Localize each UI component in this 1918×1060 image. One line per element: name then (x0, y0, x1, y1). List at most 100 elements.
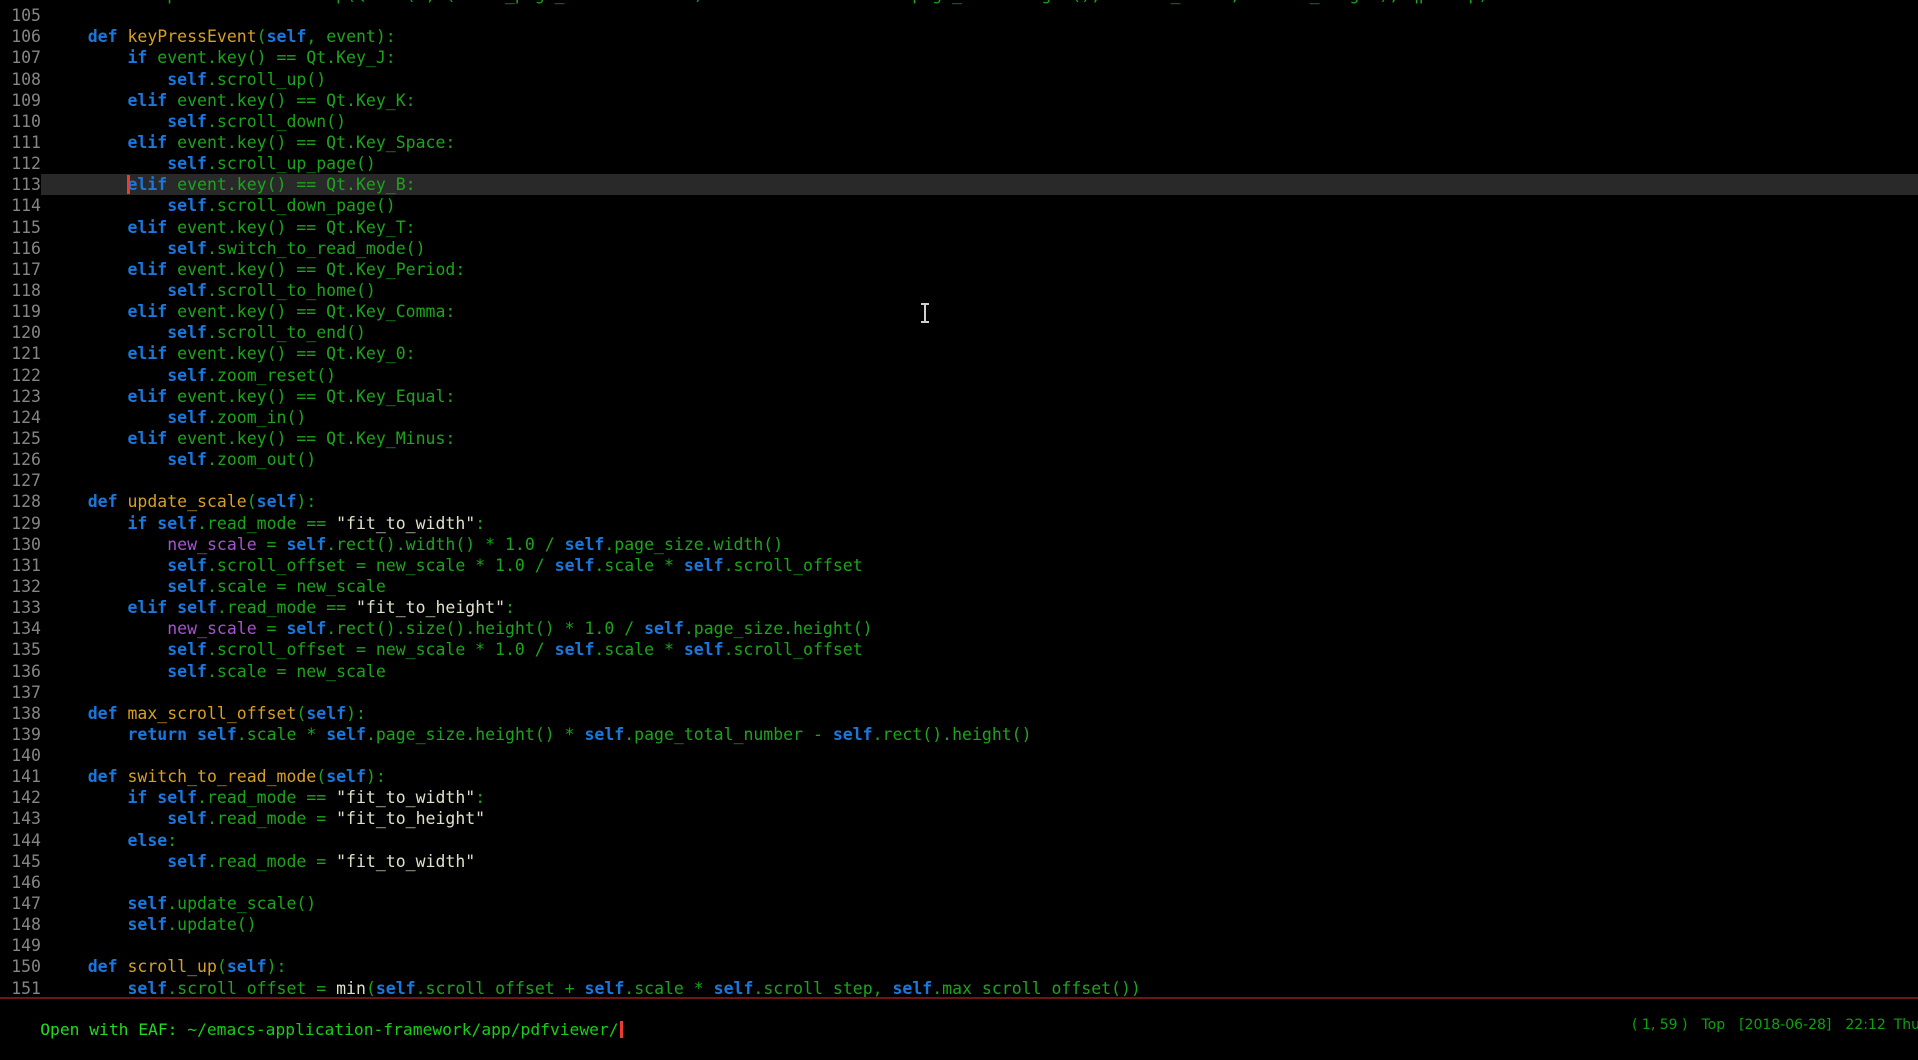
code-token: self (167, 366, 207, 385)
code-text: elif event.key() == Qt.Key_K: (41, 90, 1918, 111)
code-line[interactable]: 139 return self.scale * self.page_size.h… (0, 724, 1918, 745)
code-token: .scale * (624, 979, 713, 997)
line-number: 122 (0, 365, 41, 386)
code-line[interactable]: 112 self.scroll_up_page() (0, 153, 1918, 174)
code-token (48, 196, 167, 215)
code-text: def update_scale(self): (41, 491, 1918, 512)
code-text: elif event.key() == Qt.Key_0: (41, 343, 1918, 364)
code-token: else (127, 831, 167, 850)
code-token (48, 767, 88, 786)
code-line[interactable]: 105 (0, 5, 1918, 26)
code-line[interactable]: 126 self.zoom_out() (0, 449, 1918, 470)
code-text: self.update() (41, 914, 1918, 935)
line-number: 148 (0, 914, 41, 935)
code-token (48, 175, 127, 194)
code-line[interactable]: 124 self.zoom_in() (0, 407, 1918, 428)
code-line[interactable]: 108 self.scroll_up() (0, 69, 1918, 90)
line-number: 129 (0, 513, 41, 534)
code-token (48, 366, 167, 385)
code-token: self (167, 196, 207, 215)
code-line[interactable]: 119 elif event.key() == Qt.Key_Comma: (0, 301, 1918, 322)
code-text: elif event.key() == Qt.Key_Comma: (41, 301, 1918, 322)
code-line[interactable]: 121 elif event.key() == Qt.Key_0: (0, 343, 1918, 364)
code-line[interactable]: 143 self.read_mode = "fit_to_height" (0, 808, 1918, 829)
code-token: .scroll_offset = (167, 979, 336, 997)
code-line[interactable]: 109 elif event.key() == Qt.Key_K: (0, 90, 1918, 111)
code-token: self (127, 915, 167, 934)
code-token (48, 619, 167, 638)
code-token (48, 598, 127, 617)
minibuffer-input[interactable]: ~/emacs-application-framework/app/pdfvie… (187, 1020, 618, 1039)
code-token: event.key() == Qt.Key_Minus: (167, 429, 455, 448)
code-line[interactable]: 136 self.scale = new_scale (0, 661, 1918, 682)
code-line[interactable]: 135 self.scroll_offset = new_scale * 1.0… (0, 639, 1918, 660)
code-token: .rect().width() * 1.0 / (326, 535, 564, 554)
code-line[interactable]: 144 else: (0, 830, 1918, 851)
code-line[interactable]: 116 self.switch_to_read_mode() (0, 238, 1918, 259)
code-token (187, 725, 197, 744)
code-token: self (167, 809, 207, 828)
code-token: .read_mode = (207, 852, 336, 871)
line-number: 108 (0, 69, 41, 90)
code-line[interactable]: 123 elif event.key() == Qt.Key_Equal: (0, 386, 1918, 407)
code-line[interactable]: 149 (0, 935, 1918, 956)
code-line[interactable]: 132 self.scale = new_scale (0, 576, 1918, 597)
code-line[interactable]: 133 elif self.read_mode == "fit_to_heigh… (0, 597, 1918, 618)
code-line[interactable]: 151 self.scroll_offset = min(self.scroll… (0, 978, 1918, 997)
code-line[interactable]: 127 (0, 470, 1918, 491)
code-line[interactable]: 140 (0, 745, 1918, 766)
line-number: 116 (0, 238, 41, 259)
code-token: .scroll_down_page() (207, 196, 396, 215)
line-number: 142 (0, 787, 41, 808)
code-line[interactable]: 122 self.zoom_reset() (0, 365, 1918, 386)
code-line[interactable]: 148 self.update() (0, 914, 1918, 935)
line-number: 123 (0, 386, 41, 407)
code-line[interactable]: 142 if self.read_mode == "fit_to_width": (0, 787, 1918, 808)
code-token: def (88, 767, 118, 786)
code-token: ( (366, 979, 376, 997)
code-line[interactable]: 138 def max_scroll_offset(self): (0, 703, 1918, 724)
code-text: self.scroll_down() (41, 111, 1918, 132)
line-number: 146 (0, 872, 41, 893)
code-line[interactable]: 134 new_scale = self.rect().size().heigh… (0, 618, 1918, 639)
code-line[interactable]: 117 elif event.key() == Qt.Key_Period: (0, 259, 1918, 280)
code-token: def (88, 704, 118, 723)
code-line[interactable]: 141 def switch_to_read_mode(self): (0, 766, 1918, 787)
code-token: elif (127, 344, 167, 363)
code-token: .page_size.height() (684, 619, 873, 638)
code-line[interactable]: 129 if self.read_mode == "fit_to_width": (0, 513, 1918, 534)
status-scroll-position: Top (1701, 1015, 1725, 1036)
code-line[interactable]: 145 self.read_mode = "fit_to_width" (0, 851, 1918, 872)
code-line[interactable]: 130 new_scale = self.rect().width() * 1.… (0, 534, 1918, 555)
code-token: elif (127, 260, 167, 279)
code-text: self.scroll_to_home() (41, 280, 1918, 301)
code-token (118, 704, 128, 723)
minibuffer-prompt: Open with EAF: (40, 1020, 187, 1039)
code-line[interactable]: 146 (0, 872, 1918, 893)
code-token: self (644, 619, 684, 638)
code-line[interactable]: 137 (0, 682, 1918, 703)
code-line[interactable]: 118 self.scroll_to_home() (0, 280, 1918, 301)
code-line[interactable]: 128 def update_scale(self): (0, 491, 1918, 512)
code-line[interactable]: 113 elif event.key() == Qt.Key_B: (0, 174, 1918, 195)
code-line[interactable]: 147 self.update_scale() (0, 893, 1918, 914)
code-line[interactable]: 150 def scroll_up(self): (0, 956, 1918, 977)
code-line[interactable]: 114 self.scroll_down_page() (0, 195, 1918, 216)
code-line[interactable]: 125 elif event.key() == Qt.Key_Minus: (0, 428, 1918, 449)
code-editor-buffer[interactable]: 104 painter.drawPixmap(QRect(0, (start_p… (0, 0, 1918, 997)
code-token: self (585, 979, 625, 997)
code-line[interactable]: 115 elif event.key() == Qt.Key_T: (0, 217, 1918, 238)
code-token: if (127, 48, 147, 67)
code-line[interactable]: 110 self.scroll_down() (0, 111, 1918, 132)
code-line[interactable]: 106 def keyPressEvent(self, event): (0, 26, 1918, 47)
code-token (48, 852, 167, 871)
line-number: 105 (0, 5, 41, 26)
code-token: self (684, 556, 724, 575)
code-line[interactable]: 107 if event.key() == Qt.Key_J: (0, 47, 1918, 68)
code-token: update_scale (128, 492, 247, 511)
code-text: self.scale = new_scale (41, 576, 1918, 597)
code-token: elif (127, 175, 167, 194)
code-line[interactable]: 111 elif event.key() == Qt.Key_Space: (0, 132, 1918, 153)
code-line[interactable]: 120 self.scroll_to_end() (0, 322, 1918, 343)
code-line[interactable]: 131 self.scroll_offset = new_scale * 1.0… (0, 555, 1918, 576)
